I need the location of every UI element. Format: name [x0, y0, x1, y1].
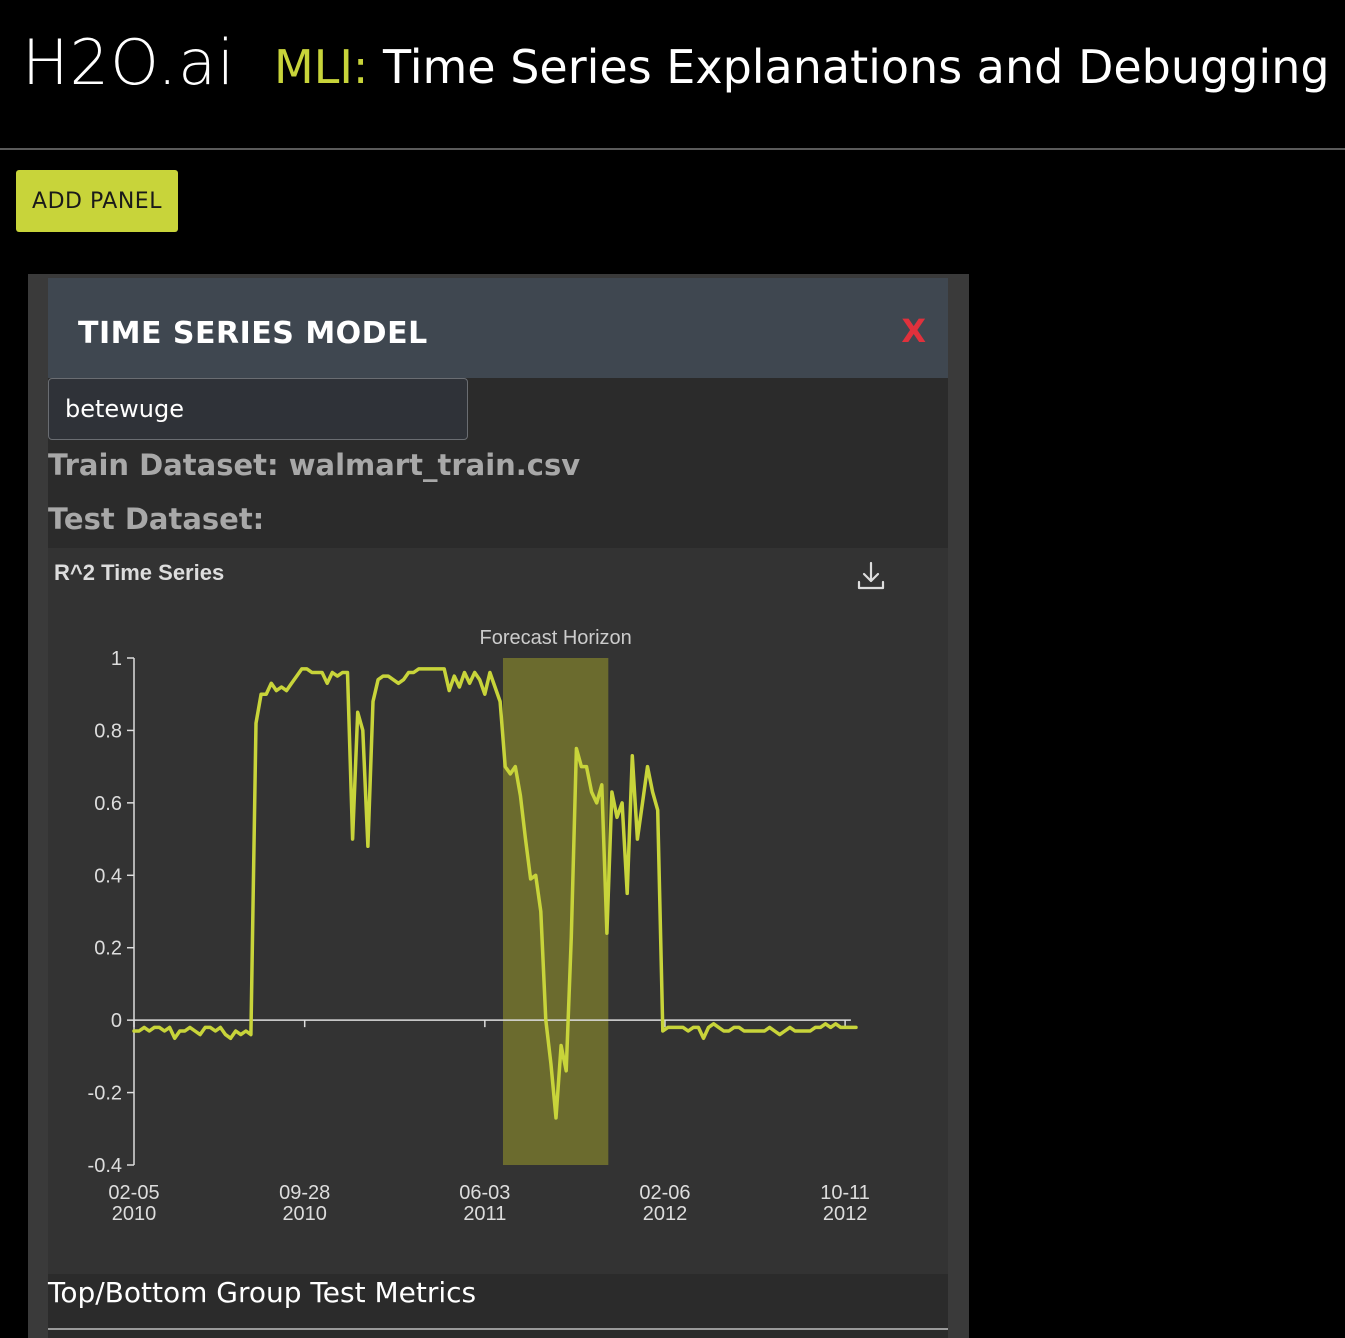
x-tick-label: 02-05	[108, 1182, 159, 1204]
x-tick-label-year: 2011	[463, 1203, 506, 1225]
model-name-input[interactable]	[48, 378, 468, 440]
r2-chart-svg: Forecast Horizon 1 0.8 0.6 0.4 0.2 0 -0.2 -0.4 02…	[88, 627, 870, 1225]
x-tick-label-year: 2010	[112, 1203, 157, 1225]
y-tick-label: -0.2	[88, 1083, 122, 1105]
r2-series-line	[132, 667, 858, 1120]
y-tick-label: -0.4	[88, 1155, 122, 1177]
x-tick-label: 02-06	[639, 1182, 690, 1204]
r2-chart: Forecast Horizon 1 0.8 0.6 0.4 0.2 0 -0.2 -0.4 02…	[48, 548, 948, 1274]
x-tick-label: 06-03	[459, 1182, 510, 1204]
y-tick-label: 0.8	[94, 720, 122, 742]
chart-title: R^2 Time Series	[54, 560, 225, 585]
x-tick-label-year: 2012	[823, 1203, 868, 1225]
train-dataset-label: Train Dataset: walmart_train.csv	[48, 448, 581, 482]
y-tick-label: 1	[111, 648, 122, 670]
group-metrics-title: Top/Bottom Group Test Metrics	[48, 1276, 477, 1309]
panel-title: TIME SERIES MODEL	[78, 316, 428, 351]
divider	[48, 1328, 948, 1330]
page-title: MLI: Time Series Explanations and Debugg…	[274, 40, 1330, 94]
x-tick-label-year: 2010	[282, 1203, 327, 1225]
test-dataset-label: Test Dataset:	[48, 502, 265, 536]
close-icon[interactable]: X	[901, 312, 926, 350]
add-panel-button[interactable]: ADD PANEL	[16, 170, 178, 232]
download-icon[interactable]	[856, 560, 886, 592]
y-tick-label: 0.4	[94, 865, 122, 887]
forecast-horizon-label: Forecast Horizon	[480, 627, 632, 649]
y-tick-label: 0.2	[94, 938, 122, 960]
time-series-model-panel: TIME SERIES MODEL X Train Dataset: walma…	[48, 278, 948, 1338]
y-tick-label: 0.6	[94, 793, 122, 815]
y-tick-label: 0	[111, 1010, 122, 1032]
page-title-prefix: MLI:	[274, 40, 369, 94]
app-header: H2O.ai MLI: Time Series Explanations and…	[0, 0, 1345, 150]
page-title-text: Time Series Explanations and Debugging	[368, 40, 1330, 94]
x-tick-label-year: 2012	[643, 1203, 688, 1225]
panel-header: TIME SERIES MODEL X	[48, 278, 948, 378]
x-tick-label: 10-11	[820, 1182, 870, 1204]
x-tick-label: 09-28	[279, 1182, 330, 1204]
h2o-logo: H2O.ai	[22, 26, 236, 99]
forecast-horizon-band	[502, 658, 609, 1165]
